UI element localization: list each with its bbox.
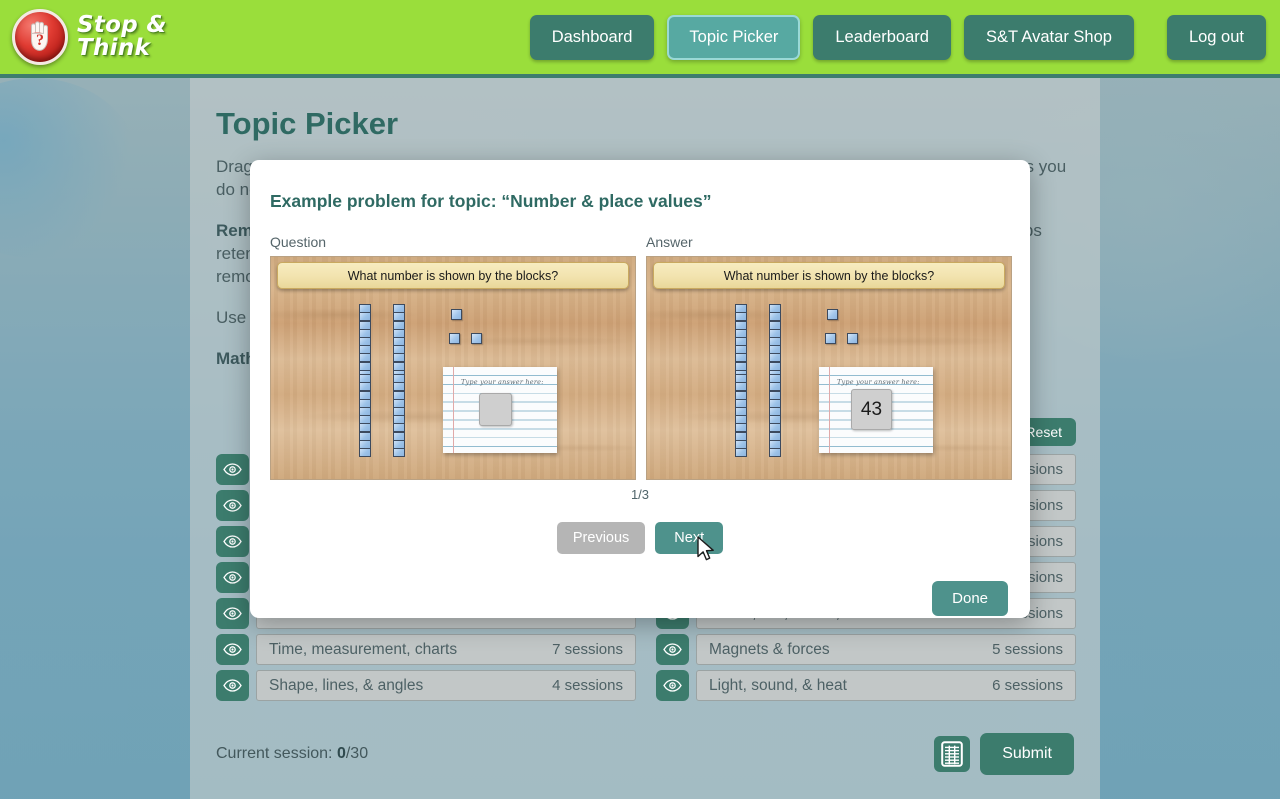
question-prompt-banner: What number is shown by the blocks? xyxy=(277,262,629,289)
current-session-total: /30 xyxy=(345,745,369,762)
brand-name: Stop & Think xyxy=(77,14,167,59)
answer-notepad: Type your answer here: 43 xyxy=(819,367,933,453)
answer-input-box-empty[interactable] xyxy=(479,393,512,426)
topic-pill[interactable]: Shape, lines, & angles 4 sessions xyxy=(256,670,636,701)
done-button[interactable]: Done xyxy=(932,581,1008,616)
eye-icon xyxy=(223,463,242,476)
problem-pager: 1/3 xyxy=(630,487,650,502)
page-footer-bar: Current session: 0/30 Submit xyxy=(216,733,1074,775)
next-button[interactable]: Next xyxy=(655,522,724,554)
topic-name: Time, measurement, charts xyxy=(269,640,458,658)
topic-row[interactable]: Magnets & forces 5 sessions xyxy=(656,634,1076,665)
page-title: Topic Picker xyxy=(216,106,399,141)
topic-row[interactable]: Time, measurement, charts 7 sessions xyxy=(216,634,636,665)
question-label: Question xyxy=(270,234,327,250)
eye-preview-button[interactable] xyxy=(216,598,249,629)
question-mark-glyph: ? xyxy=(36,32,44,49)
footer-actions: Submit xyxy=(934,733,1074,775)
topic-session-count: 4 sessions xyxy=(552,677,623,694)
question-pane: Question What number is shown by the blo… xyxy=(270,234,636,480)
topic-session-count: 6 sessions xyxy=(992,677,1063,694)
answer-pane: Answer What number is shown by the block… xyxy=(646,234,1012,480)
answer-label: Answer xyxy=(646,234,693,250)
unit-cube xyxy=(825,333,836,344)
problem-nav-buttons: Previous Next xyxy=(270,522,1010,554)
eye-icon xyxy=(223,499,242,512)
topic-session-count: 7 sessions xyxy=(552,641,623,658)
notepad-hint-question: Type your answer here: xyxy=(461,378,544,386)
current-session-label: Current session: xyxy=(216,745,337,762)
question-illustration: What number is shown by the blocks? Type… xyxy=(270,256,636,480)
eye-icon xyxy=(223,679,242,692)
eye-preview-button[interactable] xyxy=(216,670,249,701)
answer-value-box: 43 xyxy=(851,389,892,430)
topic-pill[interactable]: Magnets & forces 5 sessions xyxy=(696,634,1076,665)
unit-cube xyxy=(451,309,462,320)
problem-panes: Question What number is shown by the blo… xyxy=(270,234,1012,480)
notepad-margin xyxy=(453,367,454,453)
topic-name: Shape, lines, & angles xyxy=(269,676,424,694)
eye-icon xyxy=(223,535,242,548)
topic-name: Light, sound, & heat xyxy=(709,676,847,694)
done-row: Done xyxy=(270,581,1010,616)
notepad-margin xyxy=(829,367,830,453)
eye-icon xyxy=(223,643,242,656)
eye-icon xyxy=(663,643,682,656)
eye-preview-button[interactable] xyxy=(216,634,249,665)
topic-session-count: 5 sessions xyxy=(992,641,1063,658)
topic-row[interactable]: Shape, lines, & angles 4 sessions xyxy=(216,670,636,701)
answer-illustration: What number is shown by the blocks? Type… xyxy=(646,256,1012,480)
topic-name: Magnets & forces xyxy=(709,640,830,658)
example-problem-modal: Example problem for topic: “Number & pla… xyxy=(250,160,1030,618)
nav-item-topic-picker[interactable]: Topic Picker xyxy=(667,14,801,60)
topic-row[interactable]: Light, sound, & heat 6 sessions xyxy=(656,670,1076,701)
modal-title: Example problem for topic: “Number & pla… xyxy=(270,191,712,211)
background-blob xyxy=(0,78,140,258)
eye-icon xyxy=(223,607,242,620)
nav-item-dashboard[interactable]: Dashboard xyxy=(529,14,655,60)
unit-cube xyxy=(847,333,858,344)
question-notepad: Type your answer here: xyxy=(443,367,557,453)
answer-prompt-banner: What number is shown by the blocks? xyxy=(653,262,1005,289)
nav-item-leaderboard[interactable]: Leaderboard xyxy=(813,14,951,60)
submit-button[interactable]: Submit xyxy=(980,733,1074,775)
current-session-status: Current session: 0/30 xyxy=(216,745,368,763)
ten-rod xyxy=(769,374,781,458)
stop-hand-question-icon: ? xyxy=(12,9,68,65)
current-session-value: 0 xyxy=(336,745,346,762)
ten-rod xyxy=(359,374,371,458)
eye-preview-button[interactable] xyxy=(656,634,689,665)
brand-line-2: Think xyxy=(77,35,151,61)
unit-cube xyxy=(827,309,838,320)
eye-preview-button[interactable] xyxy=(216,490,249,521)
eye-preview-button[interactable] xyxy=(656,670,689,701)
ten-rod xyxy=(735,374,747,458)
unit-cube xyxy=(471,333,482,344)
top-navigation-bar: ? Stop & Think Dashboard Topic Picker Le… xyxy=(0,0,1280,78)
eye-preview-button[interactable] xyxy=(216,562,249,593)
nav-item-avatar-shop[interactable]: S&T Avatar Shop xyxy=(963,14,1134,60)
unit-cube xyxy=(449,333,460,344)
table-grid-icon xyxy=(941,741,964,767)
nav-button-group: Dashboard Topic Picker Leaderboard S&T A… xyxy=(529,14,1266,60)
ten-rod xyxy=(393,374,405,458)
table-grid-icon-button[interactable] xyxy=(934,736,971,772)
eye-preview-button[interactable] xyxy=(216,454,249,485)
previous-button[interactable]: Previous xyxy=(556,522,646,554)
logout-button[interactable]: Log out xyxy=(1166,14,1266,60)
eye-preview-button[interactable] xyxy=(216,526,249,557)
eye-icon xyxy=(663,679,682,692)
brand-logo[interactable]: ? Stop & Think xyxy=(12,9,167,65)
eye-icon xyxy=(223,571,242,584)
notepad-hint-answer: Type your answer here: xyxy=(837,378,920,386)
topic-pill[interactable]: Time, measurement, charts 7 sessions xyxy=(256,634,636,665)
topic-pill[interactable]: Light, sound, & heat 6 sessions xyxy=(696,670,1076,701)
